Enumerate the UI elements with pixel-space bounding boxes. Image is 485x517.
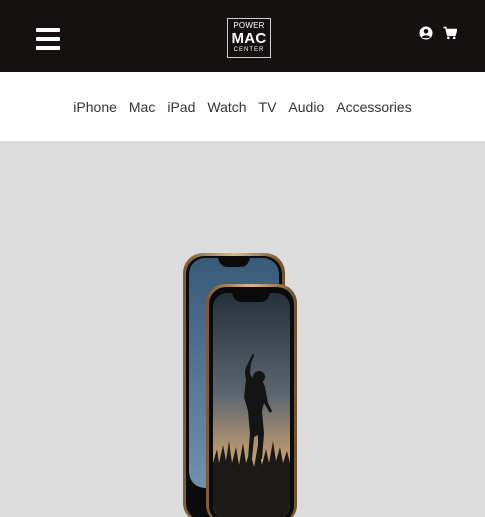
header-bar: POWER MAC CENTER xyxy=(0,0,485,72)
nav-item-accessories[interactable]: Accessories xyxy=(336,99,411,115)
nav-item-mac[interactable]: Mac xyxy=(129,99,155,115)
logo-line-3: CENTER xyxy=(233,47,265,53)
main-nav: iPhone Mac iPad Watch TV Audio Accessori… xyxy=(0,72,485,141)
user-icon[interactable] xyxy=(419,26,433,40)
brand-logo[interactable]: POWER MAC CENTER xyxy=(227,18,271,58)
nav-item-watch[interactable]: Watch xyxy=(207,99,246,115)
menu-bar xyxy=(36,37,60,41)
menu-bar xyxy=(36,46,60,50)
menu-icon[interactable] xyxy=(36,28,60,50)
nav-item-tv[interactable]: TV xyxy=(259,99,277,115)
nav-item-iphone[interactable]: iPhone xyxy=(73,99,117,115)
menu-bar xyxy=(36,28,60,32)
cart-icon[interactable] xyxy=(443,26,458,40)
header-icons xyxy=(419,26,458,40)
logo-line-2: MAC xyxy=(231,30,267,47)
iphone-product-image xyxy=(183,253,297,517)
nav-item-ipad[interactable]: iPad xyxy=(167,99,195,115)
hero-banner xyxy=(0,141,485,517)
nav-item-audio[interactable]: Audio xyxy=(288,99,324,115)
logo-line-1: POWER xyxy=(233,21,265,30)
